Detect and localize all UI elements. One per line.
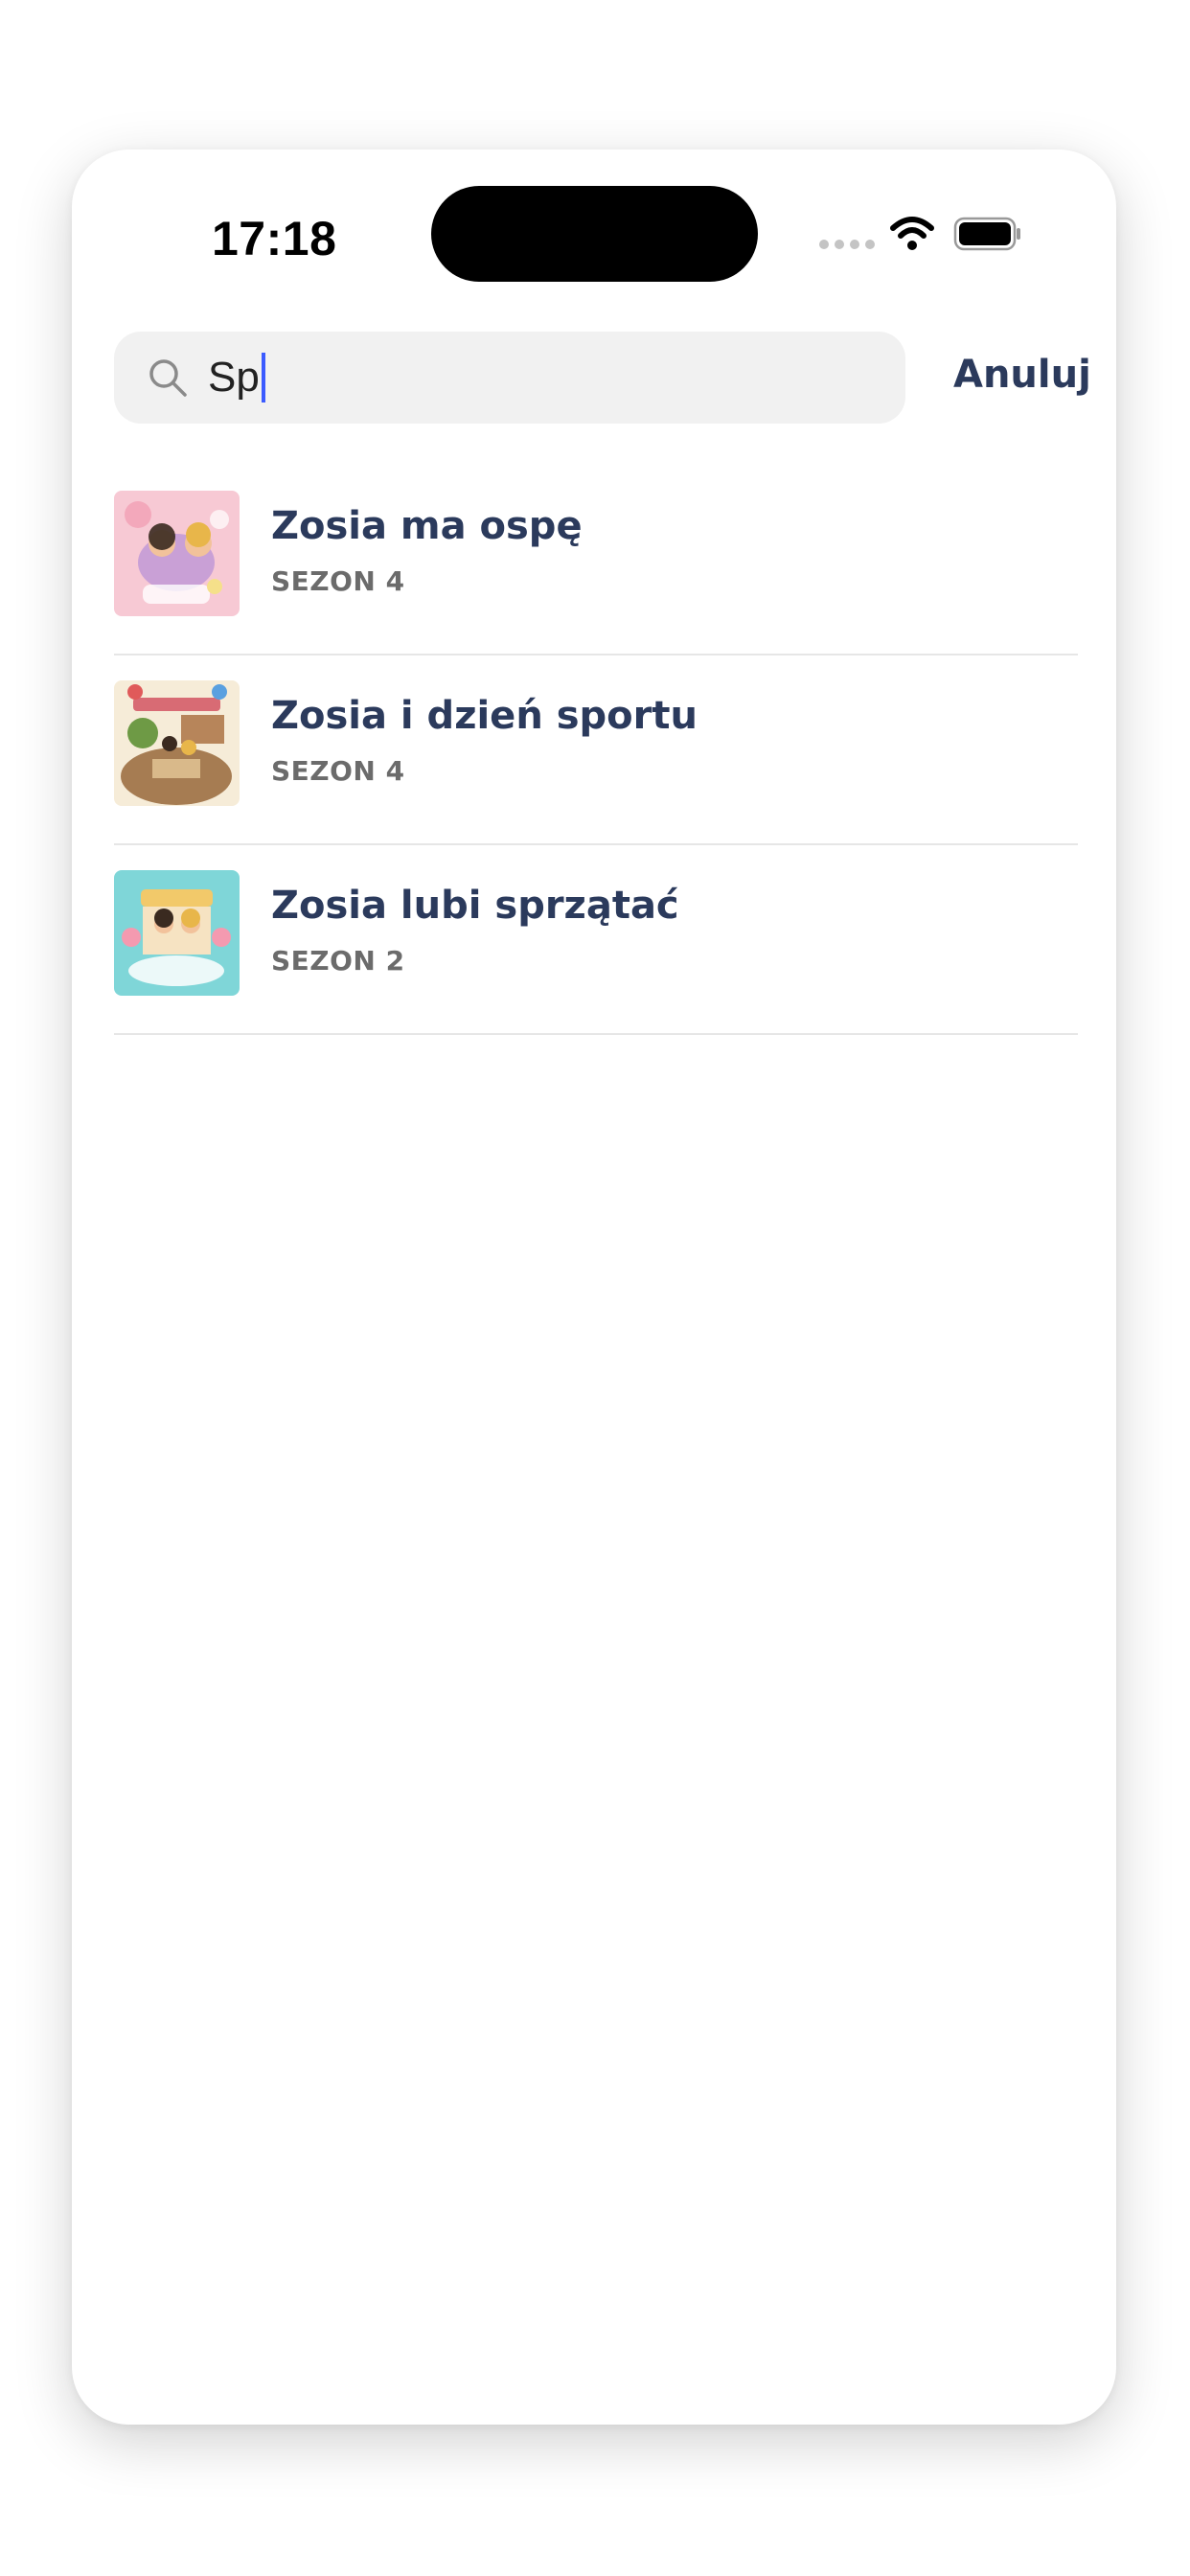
episode-season: SEZON 2 — [271, 945, 405, 977]
list-item[interactable]: Zosia ma ospę SEZON 4 — [114, 466, 1078, 656]
list-item[interactable]: Zosia lubi sprzątać SEZON 2 — [114, 845, 1078, 1035]
episode-season: SEZON 4 — [271, 755, 405, 787]
search-input-value: Sp — [208, 354, 260, 401]
search-icon — [149, 359, 187, 397]
text-caret — [261, 353, 265, 402]
episode-title: Zosia lubi sprzątać — [271, 884, 679, 928]
episode-season: SEZON 4 — [271, 565, 405, 597]
list-item[interactable]: Zosia i dzień sportu SEZON 4 — [114, 656, 1078, 845]
battery-icon — [953, 217, 1020, 251]
episode-thumbnail — [114, 680, 240, 806]
episode-thumbnail — [114, 491, 240, 616]
status-time: 17:18 — [212, 212, 337, 265]
dynamic-island — [431, 186, 758, 282]
search-bar[interactable]: Sp — [114, 332, 905, 424]
search-results-list: Zosia ma ospę SEZON 4 Zosia i dzień spor… — [114, 466, 1078, 1035]
cancel-button[interactable]: Anuluj — [953, 353, 1091, 397]
search-input[interactable]: Sp — [208, 351, 265, 404]
wifi-icon — [890, 217, 934, 250]
signal-dots-icon — [819, 240, 875, 249]
episode-title: Zosia i dzień sportu — [271, 694, 698, 738]
phone-screen: 17:18 Sp Anuluj Zosia ma ospę SEZON 4 Zo… — [72, 150, 1116, 2425]
episode-title: Zosia ma ospę — [271, 504, 583, 548]
episode-thumbnail — [114, 870, 240, 996]
